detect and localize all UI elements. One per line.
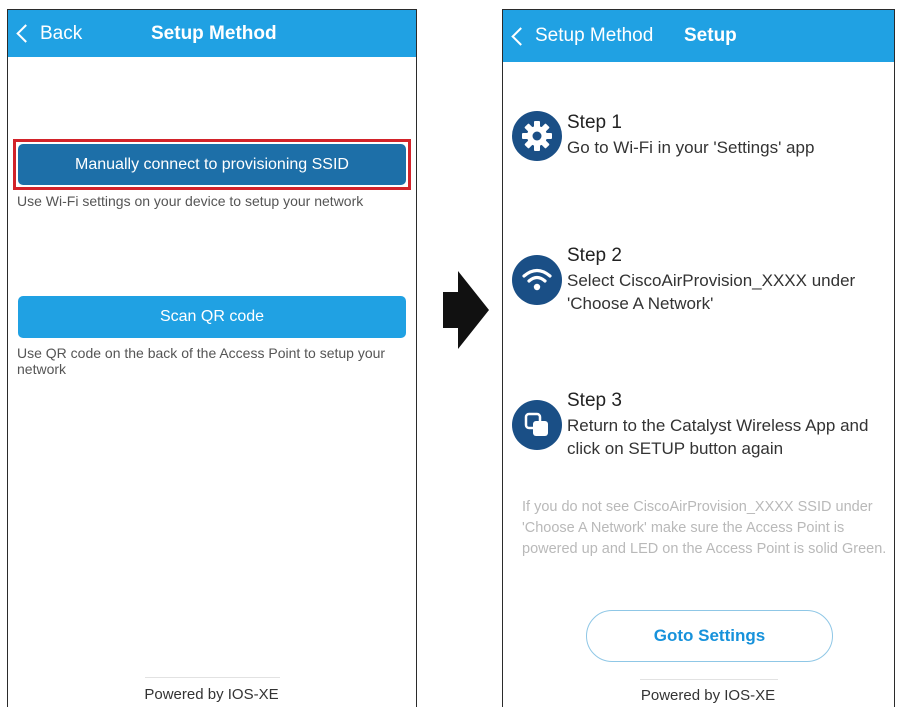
footer-divider bbox=[145, 677, 280, 678]
step-1-text: Go to Wi-Fi in your 'Settings' app bbox=[567, 138, 815, 157]
back-label: Back bbox=[40, 22, 83, 44]
step-1-title: Step 1 bbox=[567, 112, 622, 133]
manual-connect-helper: Use Wi-Fi settings on your device to set… bbox=[17, 193, 364, 209]
chevron-left-icon bbox=[16, 24, 35, 43]
troubleshoot-note: If you do not see CiscoAirProvision_XXXX… bbox=[522, 499, 887, 557]
back-button[interactable]: Back bbox=[14, 10, 82, 57]
left-nav-bar: Back Setup Method bbox=[8, 10, 416, 57]
back-button[interactable]: Setup Method bbox=[509, 10, 653, 62]
gear-icon bbox=[512, 111, 562, 161]
footer-text: Powered by IOS-XE bbox=[640, 687, 776, 704]
step-2-text: Select CiscoAirProvision_XXXX under 'Cho… bbox=[567, 271, 856, 313]
setup-instructions-screen: Setup Method Setup Step 1 Go to Wi-Fi in… bbox=[502, 9, 895, 707]
page-title: Setup bbox=[684, 25, 737, 46]
chevron-left-icon bbox=[511, 26, 530, 46]
step-3-text: Return to the Catalyst Wireless App and … bbox=[567, 416, 869, 458]
right-nav-bar: Setup Method Setup bbox=[503, 10, 894, 62]
goto-settings-button[interactable]: Goto Settings bbox=[586, 610, 833, 662]
scan-qr-helper: Use QR code on the back of the Access Po… bbox=[17, 345, 386, 377]
footer-divider bbox=[640, 679, 778, 680]
scan-qr-button[interactable]: Scan QR code bbox=[18, 296, 406, 338]
wifi-icon bbox=[512, 255, 562, 305]
setup-method-screen: Back Setup Method Manually connect to pr… bbox=[7, 9, 417, 707]
manual-connect-button[interactable]: Manually connect to provisioning SSID bbox=[18, 144, 406, 185]
page-title: Setup Method bbox=[151, 22, 277, 44]
step-2-title: Step 2 bbox=[567, 245, 622, 266]
app-switch-icon bbox=[512, 400, 562, 450]
back-label: Setup Method bbox=[535, 25, 654, 46]
step-3-title: Step 3 bbox=[567, 390, 622, 411]
right-arrow-icon bbox=[443, 271, 489, 349]
footer-text: Powered by IOS-XE bbox=[144, 686, 279, 703]
